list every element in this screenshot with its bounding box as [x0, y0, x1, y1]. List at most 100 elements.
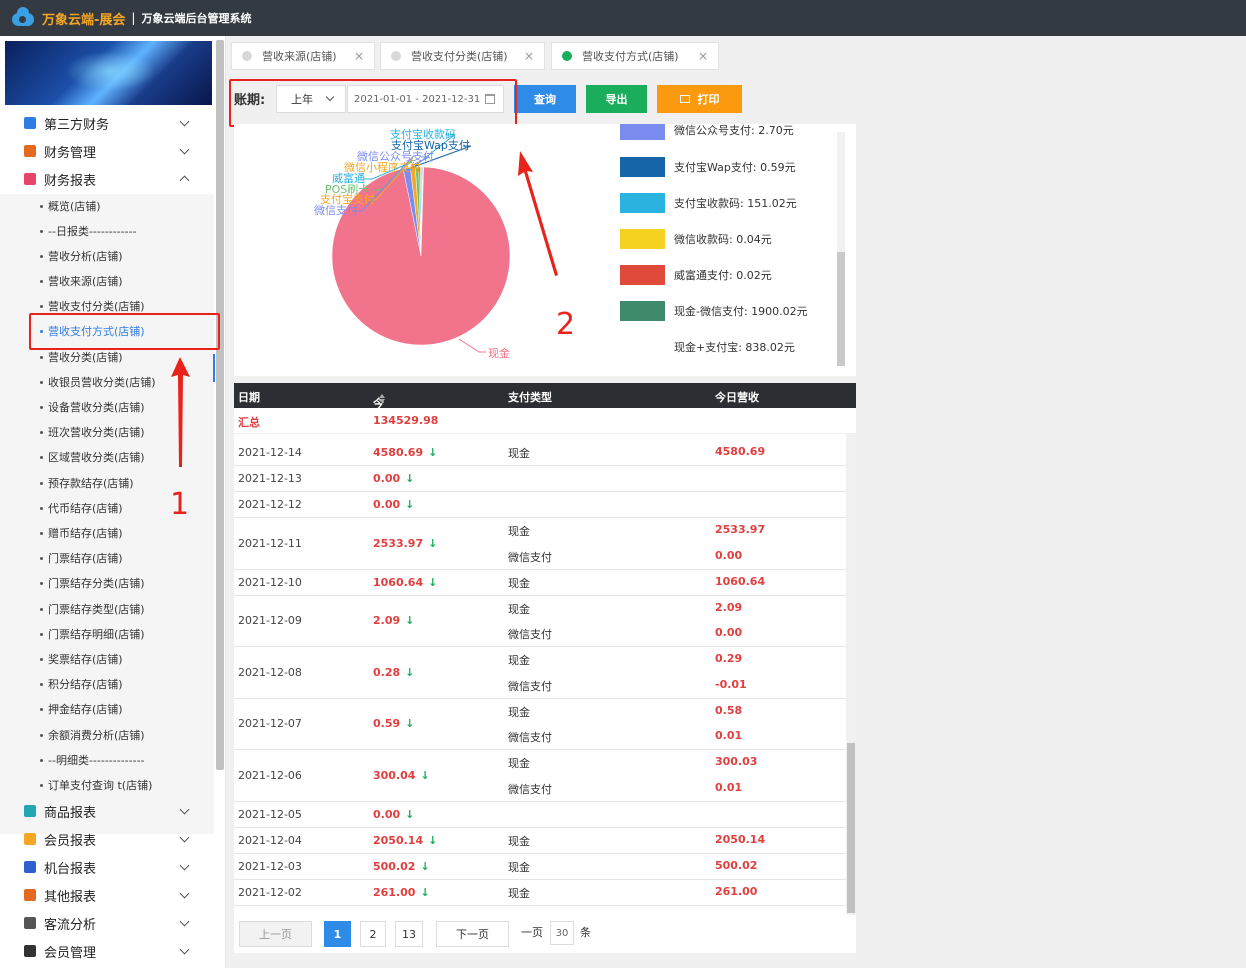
date-range-input[interactable]: 2021-01-01 - 2021-12-31	[347, 85, 504, 113]
table-row: 2021-12-08 0.28 ↓ 现金 0.29 微信支付 -0.01	[234, 647, 846, 699]
submenu-item[interactable]: 押金结存(店铺)	[40, 697, 123, 721]
payment-amount: 0.01	[715, 780, 743, 794]
tab-status-dot	[391, 51, 401, 61]
submenu-item[interactable]: 积分结存(店铺)	[40, 672, 123, 696]
bullet-icon	[40, 707, 43, 711]
submenu-item[interactable]: 门票结存分类(店铺)	[40, 571, 145, 595]
chevron-up-icon	[179, 175, 190, 186]
page-button-1[interactable]: 1	[324, 921, 351, 947]
close-icon[interactable]: ×	[698, 49, 708, 63]
submenu-item-label: 区域营收分类(店铺)	[48, 451, 145, 464]
submenu-item[interactable]: 营收支付分类(店铺)	[40, 294, 145, 318]
menu-group-top-1[interactable]: 财务管理	[0, 137, 214, 165]
payment-amount: 2.09	[715, 600, 743, 614]
submenu-item[interactable]: 收银员营收分类(店铺)	[40, 370, 156, 394]
legend-item[interactable]: 支付宝Wap支付: 0.59元	[620, 157, 796, 177]
legend-item[interactable]: 现金-微信支付: 1900.02元	[620, 301, 808, 321]
menu-group-bottom-5[interactable]: 会员管理	[0, 937, 214, 965]
tab-payment-method[interactable]: 营收支付方式(店铺) ×	[551, 42, 719, 70]
submenu-item[interactable]: 余额消费分析(店铺)	[40, 723, 145, 747]
submenu-item[interactable]: 奖票结存(店铺)	[40, 647, 123, 671]
chevron-down-icon	[179, 860, 190, 871]
export-button[interactable]: 导出	[586, 85, 647, 113]
table-row: 2021-12-02 261.00 ↓ 现金 261.00	[234, 880, 846, 906]
user-icon	[24, 945, 36, 957]
arrow-down-icon: ↓	[405, 614, 415, 628]
next-page-button[interactable]: 下一页	[436, 921, 509, 947]
row-date: 2021-12-12	[238, 498, 302, 511]
submenu-item-label: 营收分析(店铺)	[48, 250, 123, 263]
submenu-item-label: 余额消费分析(店铺)	[48, 729, 145, 742]
tab-payment-category[interactable]: 营收支付分类(店铺) ×	[380, 42, 545, 70]
legend-item[interactable]: 支付宝收款码: 151.02元	[620, 193, 797, 213]
report-icon	[24, 173, 36, 185]
row-total: 0.28 ↓	[373, 665, 415, 679]
payment-line: 微信支付 0.01	[508, 724, 846, 750]
menu-group-top-2[interactable]: 财务报表	[0, 165, 214, 193]
menu-group-bottom-3[interactable]: 其他报表	[0, 881, 214, 909]
submenu-item-label: 代币结存(店铺)	[48, 502, 123, 515]
submenu-item[interactable]: 设备营收分类(店铺)	[40, 395, 145, 419]
close-icon[interactable]: ×	[354, 49, 364, 63]
legend-item[interactable]: 微信收款码: 0.04元	[620, 229, 772, 249]
submenu-item[interactable]: 预存款结存(店铺)	[40, 471, 134, 495]
per-page-input[interactable]: 30	[550, 921, 574, 945]
submenu-item[interactable]: 概览(店铺)	[40, 194, 101, 218]
legend-scrollbar[interactable]	[837, 252, 845, 366]
query-button[interactable]: 查询	[514, 85, 576, 113]
submenu-item-label: 预存款结存(店铺)	[48, 477, 134, 490]
page-button-13[interactable]: 13	[395, 921, 423, 947]
menu-group-bottom-1[interactable]: 会员报表	[0, 825, 214, 853]
submenu-item[interactable]: 门票结存明细(店铺)	[40, 622, 145, 646]
legend-text: 现金-微信支付: 1900.02元	[674, 305, 808, 318]
submenu-item[interactable]: 订单支付查询 t(店铺)	[40, 773, 152, 797]
submenu-item[interactable]: 营收支付方式(店铺)	[40, 319, 145, 343]
tab-label: 营收支付分类(店铺)	[411, 50, 508, 63]
prev-page-button[interactable]: 上一页	[239, 921, 312, 947]
sidebar-scrollbar[interactable]	[216, 40, 224, 770]
submenu-item[interactable]: 赠币结存(店铺)	[40, 521, 123, 545]
arrow-down-icon: ↓	[420, 885, 430, 899]
menu-group-bottom-4[interactable]: 客流分析	[0, 909, 214, 937]
chart-legend: 微信公众号支付: 2.70元 支付宝Wap支付: 0.59元 支付宝收款码: 1…	[620, 124, 840, 376]
printer-icon	[679, 95, 690, 103]
payment-line: 现金 2533.97	[508, 518, 846, 544]
menu-group-label: 第三方财务	[44, 117, 110, 133]
submenu-item[interactable]: 营收分析(店铺)	[40, 244, 123, 268]
row-date: 2021-12-14	[238, 446, 302, 459]
header-daily-revenue: 今日营收	[715, 391, 759, 404]
submenu-item-label: 班次营收分类(店铺)	[48, 426, 145, 439]
row-total: 0.00 ↓	[373, 472, 415, 485]
print-button[interactable]: 打印	[657, 85, 742, 113]
submenu-item[interactable]: --日报类------------	[40, 219, 137, 243]
menu-group-bottom-2[interactable]: 机台报表	[0, 853, 214, 881]
submenu-item[interactable]: 门票结存类型(店铺)	[40, 597, 145, 621]
page-button-2[interactable]: 2	[360, 921, 386, 947]
top-header: 万象云端-展会 | 万象云端后台管理系统	[0, 0, 1246, 36]
payment-type: 微信支付	[508, 550, 552, 564]
payment-line: 现金 4580.69	[508, 440, 846, 466]
submenu-item[interactable]: 门票结存(店铺)	[40, 546, 123, 570]
tab-revenue-source[interactable]: 营收来源(店铺) ×	[231, 42, 375, 70]
submenu-item[interactable]: 代币结存(店铺)	[40, 496, 123, 520]
menu-group-bottom-0[interactable]: 商品报表	[0, 797, 214, 825]
legend-item[interactable]: 现金+支付宝: 838.02元	[620, 337, 795, 357]
submenu-item[interactable]: 区域营收分类(店铺)	[40, 445, 145, 469]
menu-group-top-0[interactable]: 第三方财务	[0, 109, 214, 137]
payment-line: 现金 1060.64	[508, 570, 846, 596]
submenu-item[interactable]: --明细类--------------	[40, 748, 145, 772]
period-select[interactable]: 上年	[276, 85, 346, 113]
close-icon[interactable]: ×	[524, 49, 534, 63]
submenu-item[interactable]: 营收分类(店铺)	[40, 345, 123, 369]
legend-item[interactable]: 威富通支付: 0.02元	[620, 265, 772, 285]
submenu-item[interactable]: 班次营收分类(店铺)	[40, 420, 145, 444]
submenu-item-label: 赠币结存(店铺)	[48, 527, 123, 540]
submenu-item[interactable]: 营收来源(店铺)	[40, 269, 123, 293]
print-label: 打印	[697, 93, 720, 106]
header-separator: |	[131, 11, 136, 25]
summary-total: 134529.98	[373, 414, 439, 427]
payment-type: 现金	[508, 886, 530, 900]
header-total-revenue[interactable]: 今日总营收	[373, 389, 385, 474]
table-scrollbar[interactable]	[847, 743, 855, 913]
legend-item[interactable]: 微信公众号支付: 2.70元	[620, 124, 794, 140]
